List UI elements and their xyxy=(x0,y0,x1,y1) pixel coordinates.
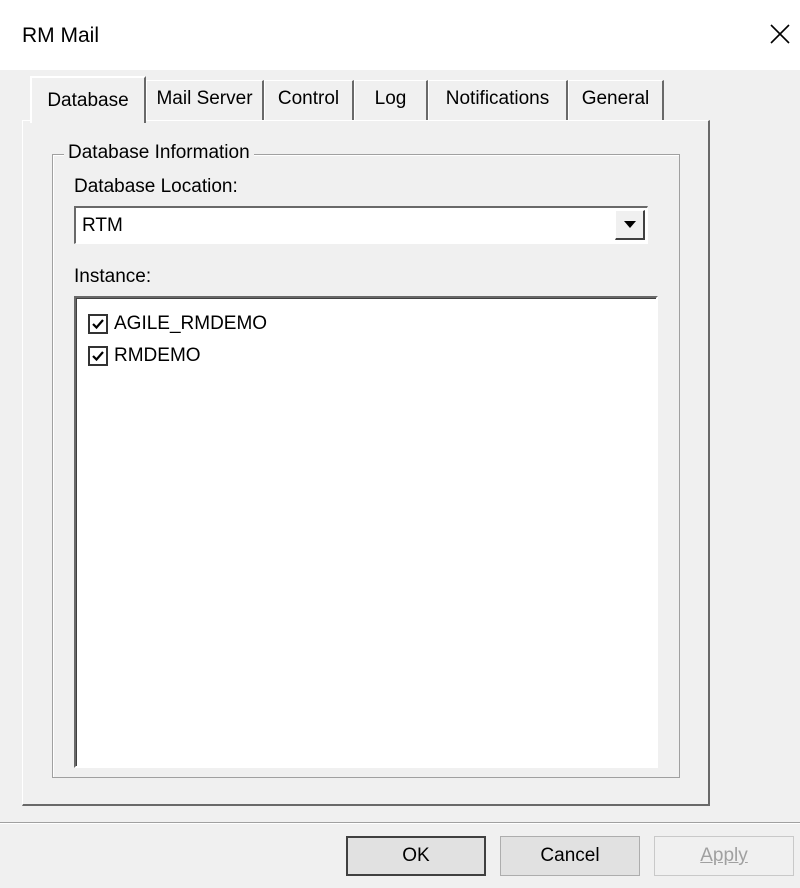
tab-log[interactable]: Log xyxy=(354,80,428,120)
list-item[interactable]: RMDEMO xyxy=(88,342,201,370)
instance-checkbox[interactable] xyxy=(88,314,108,334)
tab-mail-server[interactable]: Mail Server xyxy=(146,80,264,120)
checkmark-icon xyxy=(92,351,104,362)
list-item[interactable]: AGILE_RMDEMO xyxy=(88,310,267,338)
rm-mail-dialog: RM Mail Database Mail Server Control Log… xyxy=(0,0,800,888)
chevron-down-icon xyxy=(624,221,636,228)
footer-divider xyxy=(0,822,800,824)
tab-control[interactable]: Control xyxy=(264,80,354,120)
database-location-dropdown[interactable]: RTM xyxy=(74,206,648,244)
instance-label: AGILE_RMDEMO xyxy=(114,313,268,334)
instances-list[interactable]: AGILE_RMDEMO RMDEMO xyxy=(74,296,658,768)
tab-notifications[interactable]: Notifications xyxy=(428,80,568,120)
ok-button[interactable]: OK xyxy=(346,836,486,876)
tab-strip: Database Mail Server Control Log Notific… xyxy=(0,0,800,130)
group-title: Database Information xyxy=(64,142,254,164)
tab-general[interactable]: General xyxy=(568,80,664,120)
database-location-label: Database Location: xyxy=(74,176,238,197)
instances-label: Instance: xyxy=(74,266,152,287)
tab-database[interactable]: Database xyxy=(30,76,146,123)
checkmark-icon xyxy=(92,319,104,330)
apply-mnemonic: Apply xyxy=(700,845,748,866)
dropdown-button[interactable] xyxy=(615,210,645,240)
cancel-button[interactable]: Cancel xyxy=(500,836,640,876)
instance-label: RMDEMO xyxy=(114,345,201,366)
instance-checkbox[interactable] xyxy=(88,346,108,366)
database-location-value: RTM xyxy=(82,215,123,236)
apply-button[interactable]: Apply xyxy=(654,836,794,876)
